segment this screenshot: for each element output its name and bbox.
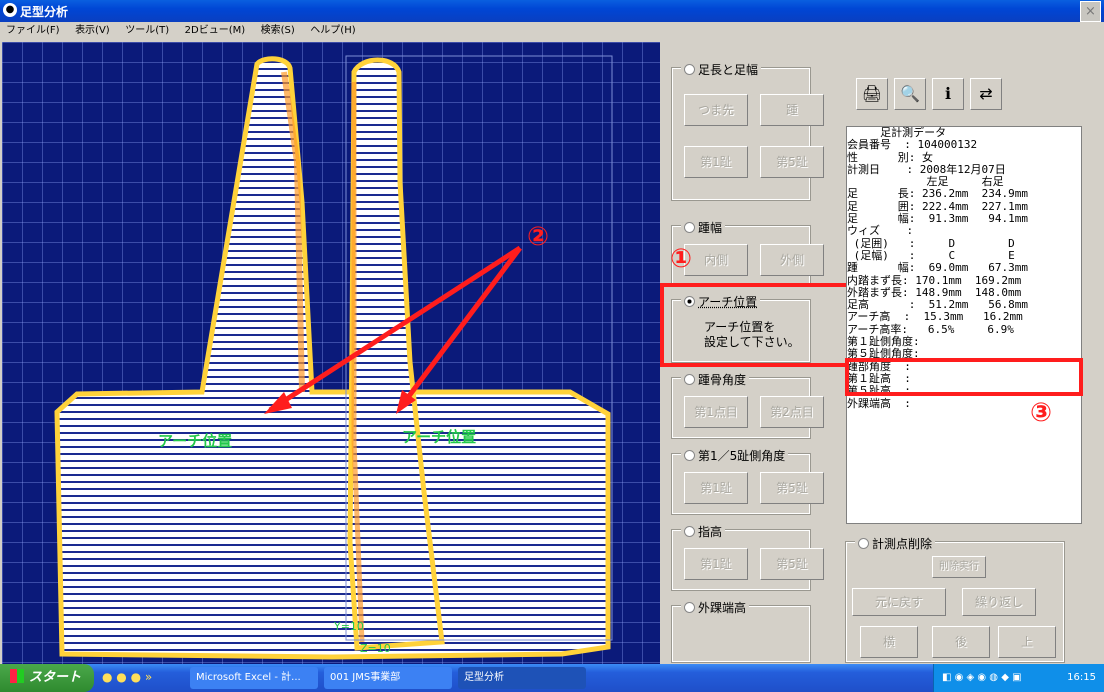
menu-help[interactable]: ヘルプ(H) bbox=[304, 22, 361, 40]
annotation-marker-1: ① bbox=[670, 244, 693, 274]
start-label: スタート bbox=[29, 670, 82, 685]
radio-heel-width[interactable] bbox=[684, 222, 695, 233]
left-foot-scan bbox=[54, 56, 611, 660]
info-icon[interactable]: ℹ bbox=[932, 78, 964, 110]
system-tray: ◧ ◉ ◈ ◉ ◍ ◆ ▣ 16:15 bbox=[933, 664, 1104, 692]
heel-button[interactable]: 踵 bbox=[760, 94, 824, 126]
menu-bar: ファイル(F) 表示(V) ツール(T) 2Dビュー(M) 検索(S) ヘルプ(… bbox=[0, 22, 1104, 40]
annotation-marker-3: ③ bbox=[1030, 398, 1053, 428]
radio-length-width[interactable] bbox=[684, 64, 695, 75]
radio-delete-points[interactable] bbox=[858, 538, 869, 549]
quick-launch-more[interactable]: » bbox=[145, 670, 152, 684]
task-folder[interactable]: 001 JMS事業部 bbox=[324, 667, 452, 689]
redo-button[interactable]: 繰り返し bbox=[962, 588, 1036, 616]
data-row: 足 長: 236.2mm 234.9mm bbox=[847, 187, 1028, 201]
heel-point1-button[interactable]: 第1点目 bbox=[684, 396, 748, 428]
menu-file[interactable]: ファイル(F) bbox=[0, 22, 66, 40]
axis-z-label: Z=10 bbox=[360, 642, 391, 655]
toe-height-first-button[interactable]: 第1趾 bbox=[684, 548, 748, 580]
arch-position-label-left: アーチ位置 bbox=[158, 432, 233, 450]
group-ankle-title: 外踝端高 bbox=[698, 601, 747, 615]
task-excel[interactable]: Microsoft Excel - 計... bbox=[190, 667, 318, 689]
delete-execute-button[interactable]: 削除実行 bbox=[932, 556, 986, 578]
menu-tools[interactable]: ツール(T) bbox=[119, 22, 175, 40]
view-back-button[interactable]: 後 bbox=[932, 626, 990, 658]
app-icon: ● bbox=[3, 3, 17, 17]
annotation-marker-2: ② bbox=[527, 222, 550, 252]
measurement-data-list: 足計測データ 会員番号 : 104000132 性 別: 女 計測日 : 200… bbox=[846, 126, 1082, 524]
clock: 16:15 bbox=[1067, 672, 1096, 683]
highlight-box-1 bbox=[660, 283, 852, 367]
toe-tip-button[interactable]: つま先 bbox=[684, 94, 748, 126]
heel-outer-button[interactable]: 外側 bbox=[760, 244, 824, 276]
radio-toe-height[interactable] bbox=[684, 526, 695, 537]
data-row: ウィズ : bbox=[847, 224, 914, 238]
group-toe-angle-title: 第1／5趾側角度 bbox=[698, 449, 786, 463]
toe-height-fifth-button[interactable]: 第5趾 bbox=[760, 548, 824, 580]
data-row-arch-height: アーチ高 : 15.3mm 16.2mm bbox=[847, 310, 1023, 324]
export-icon[interactable]: ⇄ bbox=[970, 78, 1002, 110]
group-heel-angle-title: 踵骨角度 bbox=[698, 373, 747, 387]
group-length-title: 足長と足幅 bbox=[698, 63, 759, 77]
group-length-width: 足長と足幅 bbox=[671, 61, 811, 201]
radio-ankle-height[interactable] bbox=[684, 602, 695, 613]
quick-launch[interactable]: ● ● ● » bbox=[102, 670, 152, 684]
title-bar: ● 足型分析 × bbox=[0, 0, 1104, 22]
close-button[interactable]: × bbox=[1080, 1, 1101, 22]
taskbar: スタート ● ● ● » Microsoft Excel - 計... 001 … bbox=[0, 664, 1104, 692]
view-side-button[interactable]: 横 bbox=[860, 626, 918, 658]
right-foot-scan bbox=[347, 57, 445, 651]
arch-position-label-right: アーチ位置 bbox=[402, 428, 477, 446]
data-row: 会員番号 : 104000132 bbox=[847, 138, 978, 152]
printer-icon[interactable]: 🖨 bbox=[856, 78, 888, 110]
toe-angle-first-button[interactable]: 第1趾 bbox=[684, 472, 748, 504]
quick-launch-icons[interactable]: ● ● ● bbox=[102, 670, 141, 684]
group-ankle-height: 外踝端高 bbox=[671, 599, 811, 663]
group-heel-title: 踵幅 bbox=[698, 221, 723, 235]
menu-view[interactable]: 表示(V) bbox=[69, 22, 116, 40]
window-title: 足型分析 bbox=[20, 5, 69, 19]
menu-2dview[interactable]: 2Dビュー(M) bbox=[179, 22, 252, 40]
highlight-box-3 bbox=[845, 358, 1083, 396]
start-button[interactable]: スタート bbox=[0, 664, 94, 692]
radio-toe-angle[interactable] bbox=[684, 450, 695, 461]
foot-scan-graphic bbox=[54, 55, 613, 660]
menu-search[interactable]: 検索(S) bbox=[255, 22, 301, 40]
task-foot-analysis[interactable]: 足型分析 bbox=[458, 667, 586, 689]
fifth-toe-button[interactable]: 第5趾 bbox=[760, 146, 824, 178]
view-top-button[interactable]: 上 bbox=[998, 626, 1056, 658]
undo-button[interactable]: 元に戻す bbox=[852, 588, 946, 616]
axis-y-label: Y=10 bbox=[334, 620, 364, 633]
windows-logo-icon bbox=[10, 669, 24, 683]
foot-3d-viewport[interactable]: アーチ位置 アーチ位置 Y=10 Z=10 ② bbox=[2, 42, 660, 664]
tray-icons[interactable]: ◧ ◉ ◈ ◉ ◍ ◆ ▣ bbox=[942, 672, 1022, 683]
group-delete-title: 計測点削除 bbox=[872, 537, 933, 551]
data-row: 内踏まず長: 170.1mm 169.2mm bbox=[847, 273, 1022, 287]
heel-point2-button[interactable]: 第2点目 bbox=[760, 396, 824, 428]
toe-angle-fifth-button[interactable]: 第5趾 bbox=[760, 472, 824, 504]
data-row: 踵 幅: 69.0mm 67.3mm bbox=[847, 261, 1028, 275]
group-toe-height-title: 指高 bbox=[698, 525, 723, 539]
first-toe-button[interactable]: 第1趾 bbox=[684, 146, 748, 178]
preview-icon[interactable]: 🔍 bbox=[894, 78, 926, 110]
heel-inner-button[interactable]: 内側 bbox=[684, 244, 748, 276]
radio-heel-angle[interactable] bbox=[684, 374, 695, 385]
